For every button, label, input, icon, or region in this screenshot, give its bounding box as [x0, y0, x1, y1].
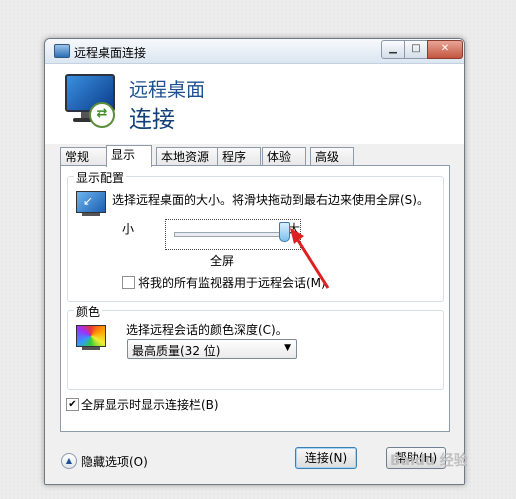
tab-display[interactable]: 显示 [106, 145, 152, 167]
tab-local-resources[interactable]: 本地资源 [156, 147, 220, 166]
color-depth-description: 选择远程会话的颜色深度(C)。 [126, 323, 288, 337]
tab-experience[interactable]: 体验 [262, 147, 306, 166]
window-title: 远程桌面连接 [74, 46, 147, 60]
slider-value-label: 全屏 [210, 254, 235, 268]
color-depth-icon [76, 325, 106, 353]
tab-advanced[interactable]: 高级 [310, 147, 354, 166]
slider-track [174, 232, 290, 237]
color-depth-select[interactable]: 最高质量(32 位) ▼ [127, 339, 297, 359]
maximize-button[interactable]: □ [404, 40, 428, 59]
minimize-button[interactable]: ▁ [381, 40, 405, 59]
red-pointer-arrow-icon [290, 228, 330, 289]
remote-desktop-icon: ⇄ [65, 74, 115, 130]
tab-programs[interactable]: 程序 [217, 147, 261, 166]
slider-min-label: 小 [122, 222, 135, 236]
display-size-icon: ↙ [76, 191, 106, 219]
tab-general[interactable]: 常规 [60, 147, 108, 166]
remote-desktop-window: 远程桌面连接 ▁ □ ✕ ⇄ 远程桌面 连接 常规 显示 本地资源 程序 体验 … [44, 38, 465, 485]
display-config-label: 显示配置 [74, 169, 127, 186]
header-banner: ⇄ 远程桌面 连接 [45, 64, 464, 144]
colors-label: 颜色 [74, 303, 103, 320]
all-monitors-checkbox[interactable] [122, 276, 135, 289]
color-depth-selected: 最高质量(32 位) [132, 344, 221, 358]
display-size-slider[interactable] [165, 219, 301, 250]
title-bar[interactable]: 远程桌面连接 ▁ □ ✕ [45, 39, 464, 64]
app-icon [54, 44, 70, 58]
show-connection-bar-label[interactable]: 全屏显示时显示连接栏(B) [81, 396, 219, 413]
hide-options-icon[interactable]: ▲ [61, 453, 77, 469]
watermark: Baidu 经验 [390, 453, 468, 469]
chevron-down-icon: ▼ [284, 343, 291, 353]
header-title-line1: 远程桌面 [129, 79, 206, 101]
display-size-description: 选择远程桌面的大小。将滑块拖动到最右边来使用全屏(S)。 [112, 193, 429, 207]
close-button[interactable]: ✕ [427, 40, 463, 59]
header-title-line2: 连接 [129, 107, 175, 133]
display-tab-panel: 显示配置 ↙ 选择远程桌面的大小。将滑块拖动到最右边来使用全屏(S)。 小 大 … [60, 165, 450, 432]
connect-button[interactable]: 连接(N) [295, 447, 357, 469]
hide-options-label[interactable]: 隐藏选项(O) [81, 453, 148, 470]
show-connection-bar-checkbox[interactable]: ✔ [66, 398, 79, 411]
